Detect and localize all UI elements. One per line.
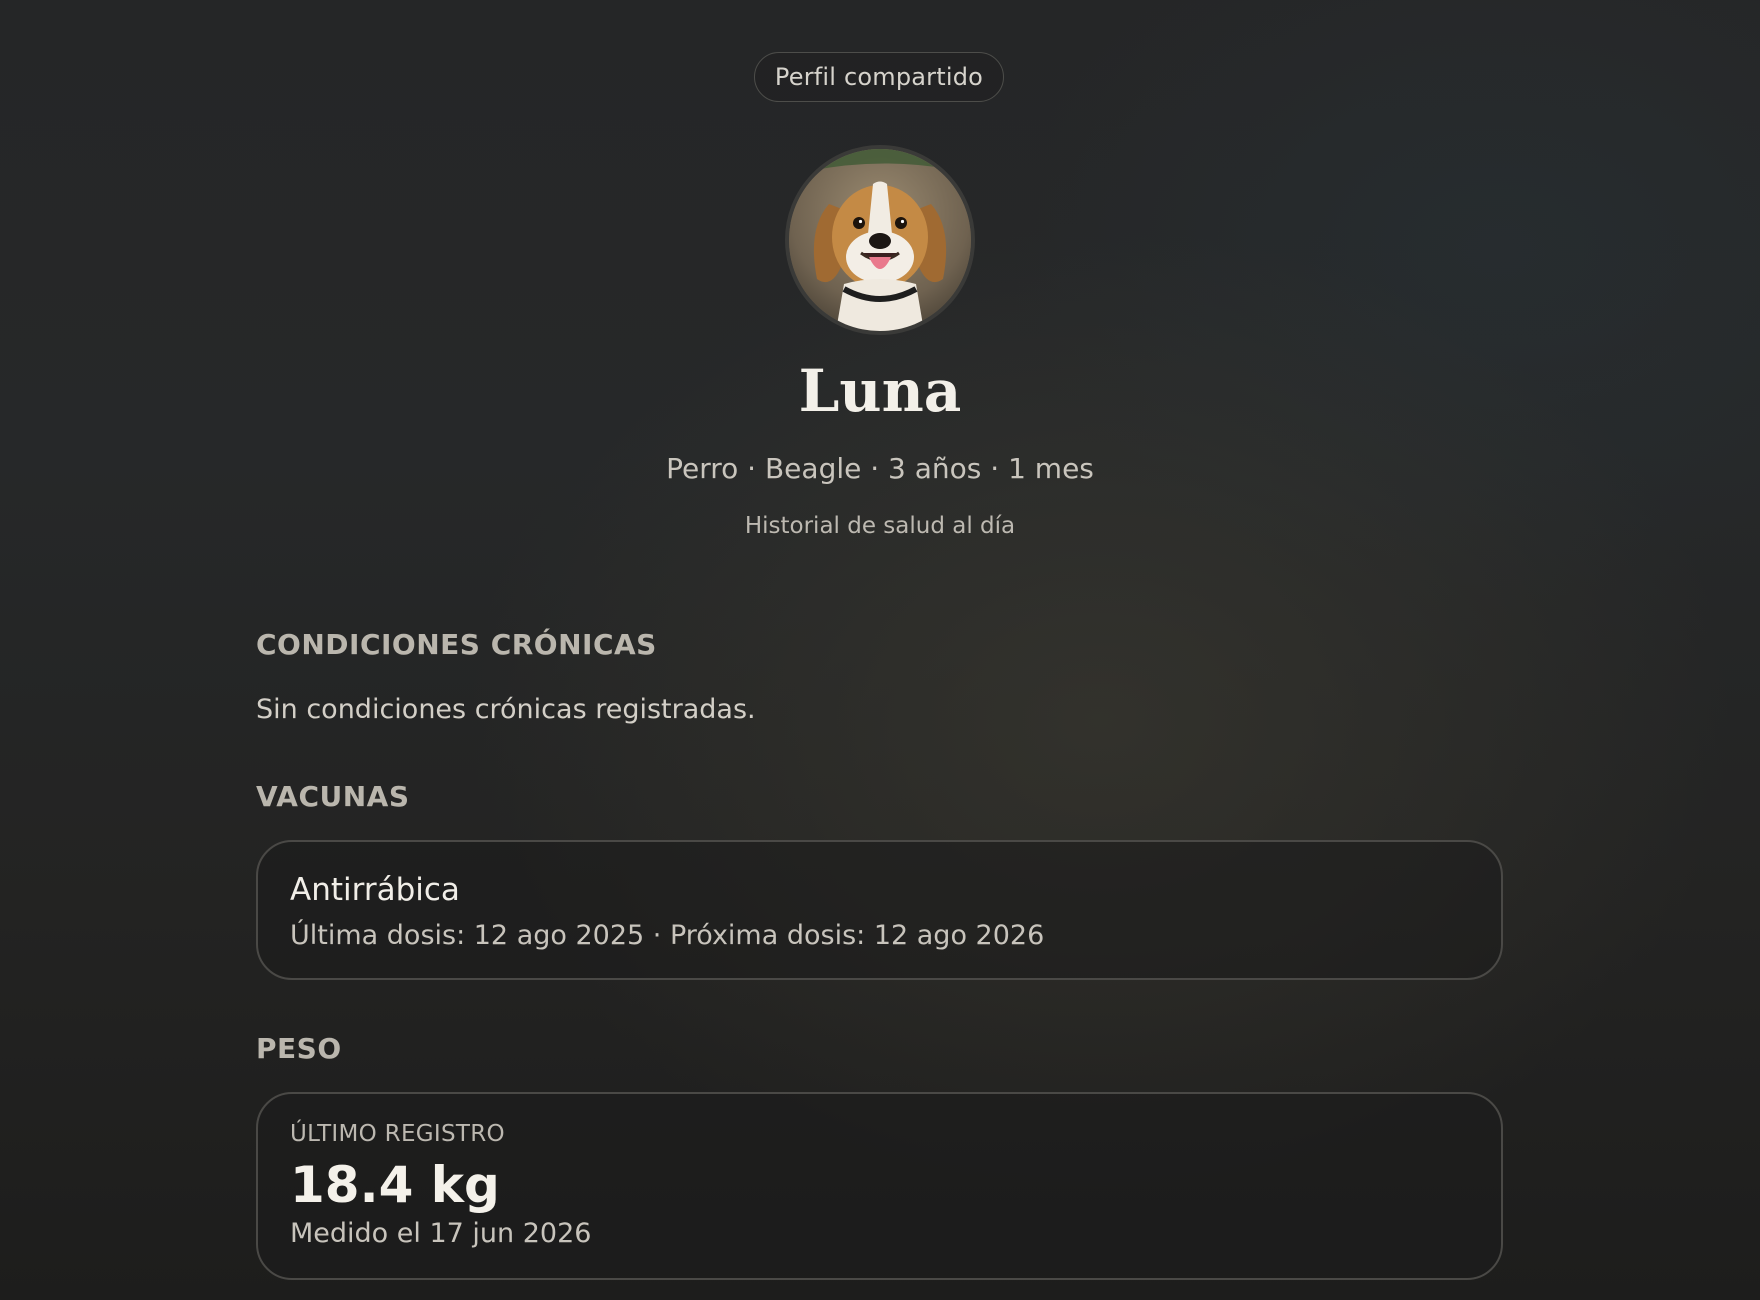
vaccine-name: Antirrábica [290, 872, 460, 908]
health-status: Historial de salud al día [744, 513, 1016, 539]
weight-heading: PESO [256, 1032, 342, 1065]
weight-value: 18.4 kg [290, 1156, 500, 1214]
dog-photo-icon [789, 149, 971, 331]
vaccine-dates: Última dosis: 12 ago 2025 · Próxima dosi… [290, 920, 1045, 951]
vaccine-card: Antirrábica Última dosis: 12 ago 2025 · … [256, 840, 1503, 980]
pet-details: Perro · Beagle · 3 años · 1 mes [666, 452, 1094, 485]
pet-name: Luna [798, 357, 962, 425]
chronic-conditions-empty-text: Sin condiciones crónicas registradas. [256, 694, 756, 725]
weight-card: ÚLTIMO REGISTRO 18.4 kg Medido el 17 jun… [256, 1092, 1503, 1280]
pet-avatar [785, 145, 975, 335]
shared-pet-profile: Perfil compartido Luna Perro · Beagle · … [0, 0, 1760, 1300]
weight-label: ÚLTIMO REGISTRO [290, 1121, 505, 1147]
weight-date: Medido el 17 jun 2026 [290, 1218, 592, 1249]
shared-profile-badge: Perfil compartido [754, 52, 1004, 102]
vaccines-heading: VACUNAS [256, 780, 410, 813]
chronic-conditions-heading: CONDICIONES CRÓNICAS [256, 628, 657, 661]
